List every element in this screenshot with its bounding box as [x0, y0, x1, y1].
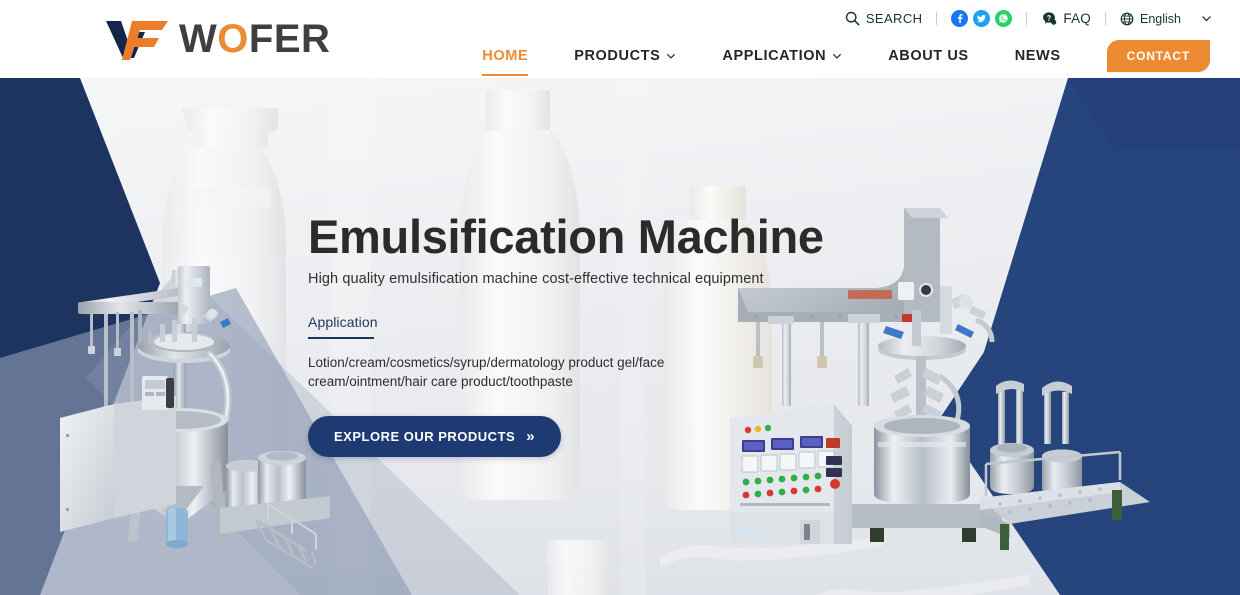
application-chevron-down-icon — [833, 54, 842, 59]
globe-icon — [1120, 12, 1134, 25]
utility-divider-2 — [1026, 12, 1028, 25]
nav-item-about-us-label: ABOUT US — [888, 48, 969, 64]
nav-item-products-label: PRODUCTS — [574, 48, 661, 64]
emulsification-machine-far-image — [980, 380, 1150, 550]
facebook-glyph — [958, 13, 963, 24]
contact-button[interactable]: CONTACT — [1106, 40, 1210, 72]
faq-bubble-icon — [1043, 11, 1057, 25]
application-label: Application — [308, 313, 378, 330]
nav-item-application[interactable]: APPLICATION — [722, 42, 842, 70]
site-header: WOFER SEARCH FAQ English HOME PRODUCTS A… — [0, 0, 1240, 78]
nav-item-home[interactable]: HOME — [482, 42, 529, 76]
application-underline — [308, 336, 374, 340]
nav-item-about-us[interactable]: ABOUT US — [888, 42, 969, 70]
language-label: English — [1140, 11, 1181, 26]
hero-subtitle: High quality emulsification machine cost… — [308, 270, 764, 287]
explore-products-label: EXPLORE OUR PRODUCTS — [334, 428, 516, 444]
logo[interactable]: WOFER — [104, 18, 330, 60]
faq-link[interactable]: FAQ — [1041, 11, 1091, 27]
explore-products-button[interactable]: EXPLORE OUR PRODUCTS » — [308, 415, 562, 457]
language-selector[interactable]: English — [1120, 12, 1212, 26]
page-title: Emulsification Machine — [308, 210, 824, 263]
whatsapp-icon[interactable] — [995, 10, 1013, 27]
wofer-logo-mark-icon — [106, 21, 168, 60]
nav-item-products[interactable]: PRODUCTS — [574, 42, 676, 70]
products-chevron-down-icon — [667, 54, 676, 59]
nav-item-home-label: HOME — [482, 48, 529, 64]
nav-item-news[interactable]: NEWS — [1015, 42, 1061, 70]
hero-banner: Emulsification Machine High quality emul… — [0, 78, 1240, 595]
utility-divider-1 — [936, 12, 938, 25]
facebook-icon[interactable] — [951, 10, 969, 27]
logo-wordmark: WOFER — [179, 17, 331, 61]
social-links — [951, 10, 1013, 27]
emulsification-machine-left-image — [60, 266, 330, 568]
search-button[interactable]: SEARCH — [845, 11, 923, 26]
utility-bar: SEARCH FAQ English — [845, 10, 1212, 27]
main-navigation: HOME PRODUCTS APPLICATION ABOUT US NEWS … — [482, 40, 1210, 76]
search-label: SEARCH — [865, 11, 923, 26]
nav-item-news-label: NEWS — [1014, 48, 1061, 64]
double-chevron-right-icon: » — [526, 427, 536, 445]
page-root: Emulsification Machine High quality emul… — [0, 0, 1240, 595]
language-chevron-down-icon[interactable] — [1201, 13, 1212, 24]
search-icon — [845, 11, 860, 26]
whatsapp-phone-glyph — [999, 14, 1009, 23]
chevron-down-glyph — [1202, 16, 1211, 22]
utility-divider-3 — [1105, 12, 1106, 25]
nav-item-application-label: APPLICATION — [722, 48, 827, 64]
faq-label: FAQ — [1063, 11, 1091, 26]
twitter-icon[interactable] — [973, 10, 991, 27]
application-description: Lotion/cream/cosmetics/syrup/dermatology… — [308, 355, 665, 390]
hero-content: Emulsification Machine High quality emul… — [308, 212, 868, 457]
twitter-bird-glyph — [977, 14, 987, 23]
